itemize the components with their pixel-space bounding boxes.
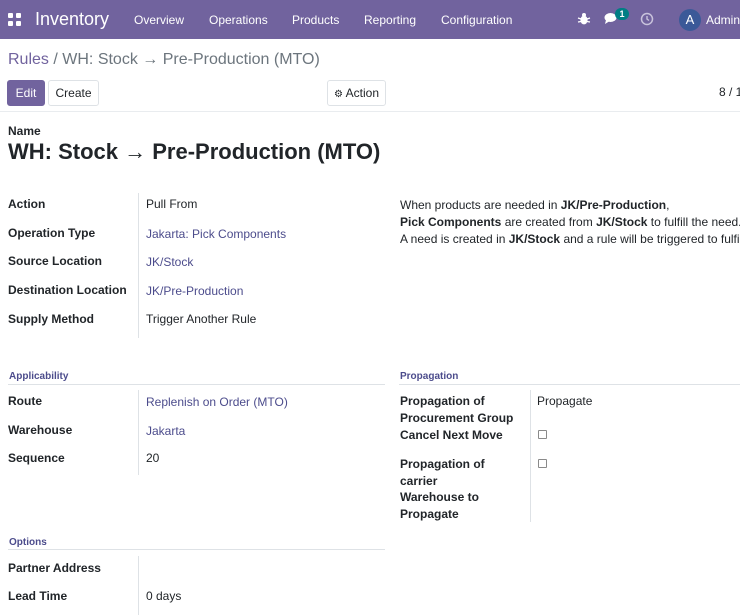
options-divider	[8, 549, 385, 550]
menu-products[interactable]: Products	[292, 13, 339, 27]
propagation-carrier-label: Propagation of carrier	[400, 457, 485, 488]
propagation-group-label: Propagation of Procurement Group	[400, 394, 514, 425]
pager-value[interactable]: 8 / 1	[719, 85, 740, 99]
action-value[interactable]: Pull From	[146, 197, 197, 211]
destination-location-label: Destination Location	[8, 283, 127, 297]
menu-overview[interactable]: Overview	[134, 13, 184, 27]
options-field-divider	[138, 556, 139, 615]
menu-reporting[interactable]: Reporting	[364, 13, 416, 27]
propagation-divider	[399, 384, 740, 385]
field-divider	[138, 193, 139, 338]
chat-badge: 1	[615, 8, 629, 20]
operation-type-label: Operation Type	[8, 226, 96, 240]
sequence-label: Sequence	[8, 451, 65, 465]
action-label: Action	[8, 197, 46, 211]
help-line-3: A need is created in JK/Stock and a rule…	[400, 232, 740, 246]
propagation-group-value[interactable]: Propagate	[537, 394, 592, 408]
cancel-next-move-checkbox[interactable]	[538, 430, 547, 439]
avatar[interactable]: A	[679, 9, 701, 31]
operation-type-value[interactable]: Jakarta: Pick Components	[146, 227, 286, 241]
propagation-carrier-checkbox[interactable]	[538, 459, 547, 468]
supply-method-value[interactable]: Trigger Another Rule	[146, 312, 256, 326]
menu-operations[interactable]: Operations	[209, 13, 268, 27]
clock-icon[interactable]	[640, 12, 654, 26]
rule-name[interactable]: WH: Stock → Pre-Production (MTO)	[8, 139, 380, 165]
warehouse-label: Warehouse	[8, 423, 73, 437]
applicability-field-divider	[138, 390, 139, 475]
help-line-1: When products are needed in JK/Pre-Produ…	[400, 198, 670, 212]
route-value[interactable]: Replenish on Order (MTO)	[146, 395, 288, 409]
sequence-value[interactable]: 20	[146, 451, 159, 465]
help-line-2: Pick Components are created from JK/Stoc…	[400, 215, 740, 229]
partner-address-label: Partner Address	[8, 561, 101, 575]
supply-method-label: Supply Method	[8, 312, 94, 326]
create-button[interactable]: Create	[48, 80, 99, 106]
app-brand[interactable]: Inventory	[35, 9, 109, 30]
breadcrumb-separator: /	[53, 51, 58, 68]
bug-icon[interactable]	[577, 12, 591, 26]
top-navbar: Inventory Overview Operations Products R…	[0, 0, 740, 39]
source-location-value[interactable]: JK/Stock	[146, 255, 193, 269]
warehouse-value[interactable]: Jakarta	[146, 424, 185, 438]
toolbar-divider	[0, 111, 740, 112]
propagation-title: Propagation	[400, 371, 459, 382]
user-name[interactable]: Admin	[706, 13, 740, 27]
warehouse-propagate-label: Warehouse to Propagate	[400, 490, 479, 521]
name-label: Name	[8, 124, 41, 138]
route-label: Route	[8, 394, 42, 408]
applicability-title: Applicability	[9, 371, 69, 382]
destination-location-value[interactable]: JK/Pre-Production	[146, 284, 243, 298]
lead-time-value[interactable]: 0 days	[146, 589, 181, 603]
menu-configuration[interactable]: Configuration	[441, 13, 512, 27]
action-button[interactable]: ⚙ Action	[327, 80, 386, 106]
breadcrumb-rules[interactable]: Rules	[8, 51, 49, 68]
propagation-field-divider	[530, 390, 531, 522]
applicability-divider	[8, 384, 385, 385]
apps-menu-icon[interactable]	[8, 13, 21, 26]
edit-button[interactable]: Edit	[7, 80, 45, 106]
gear-icon: ⚙	[334, 89, 343, 100]
source-location-label: Source Location	[8, 254, 103, 268]
cancel-next-move-label: Cancel Next Move	[400, 428, 503, 442]
action-button-label: Action	[345, 86, 379, 100]
lead-time-label: Lead Time	[8, 589, 68, 603]
breadcrumb: Rules / WH: Stock → Pre-Production (MTO)	[8, 51, 320, 69]
breadcrumb-current: WH: Stock → Pre-Production (MTO)	[62, 51, 320, 68]
options-title: Options	[9, 537, 47, 548]
